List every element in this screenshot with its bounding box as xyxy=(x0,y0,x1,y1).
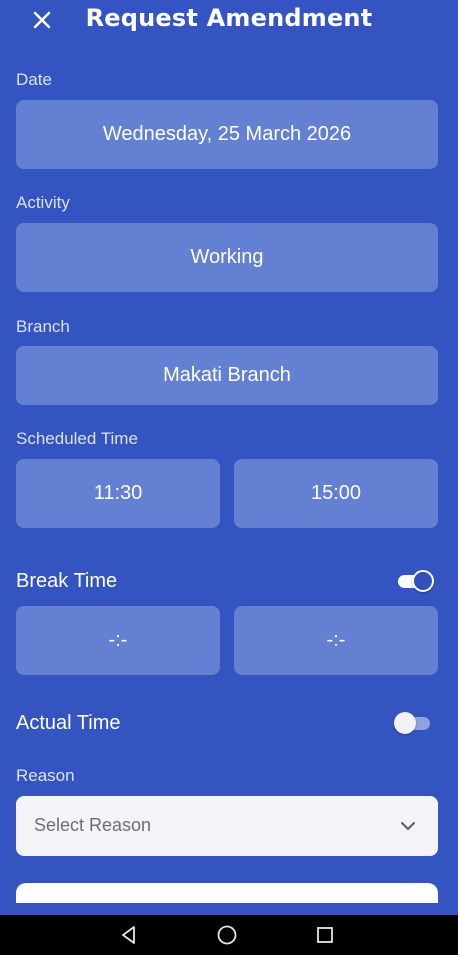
break-time-label: Break Time xyxy=(16,570,118,592)
back-triangle-icon xyxy=(122,926,135,944)
home-circle-icon xyxy=(217,925,237,945)
actual-time-label: Actual Time xyxy=(16,712,121,734)
actual-time-toggle[interactable] xyxy=(394,712,432,734)
break-start-time-field[interactable]: -:- xyxy=(16,606,220,675)
activity-field[interactable]: Working xyxy=(16,223,438,292)
chevron-down-icon xyxy=(401,822,415,830)
break-time-toggle[interactable] xyxy=(396,570,434,592)
system-navigation-bar xyxy=(0,915,458,955)
date-field[interactable]: Wednesday, 25 March 2026 xyxy=(16,100,438,169)
submit-button[interactable] xyxy=(16,883,438,903)
recents-button[interactable] xyxy=(313,923,337,947)
toggle-thumb xyxy=(394,712,416,734)
reason-select[interactable]: Select Reason xyxy=(16,796,438,856)
home-button[interactable] xyxy=(215,923,239,947)
scheduled-time-label: Scheduled Time xyxy=(16,429,138,448)
branch-field[interactable]: Makati Branch xyxy=(16,346,438,405)
reason-label: Reason xyxy=(16,766,75,785)
toggle-thumb xyxy=(412,570,434,592)
branch-label: Branch xyxy=(16,317,70,336)
recents-square-icon xyxy=(317,927,333,943)
back-button[interactable] xyxy=(117,923,141,947)
scheduled-end-time-field[interactable]: 15:00 xyxy=(234,459,438,528)
reason-select-placeholder: Select Reason xyxy=(34,815,152,835)
app-header: Request Amendment xyxy=(0,0,458,44)
date-label: Date xyxy=(16,70,52,89)
break-end-time-field[interactable]: -:- xyxy=(234,606,438,675)
activity-label: Activity xyxy=(16,193,70,212)
page-title: Request Amendment xyxy=(85,4,373,32)
scheduled-start-time-field[interactable]: 11:30 xyxy=(16,459,220,528)
